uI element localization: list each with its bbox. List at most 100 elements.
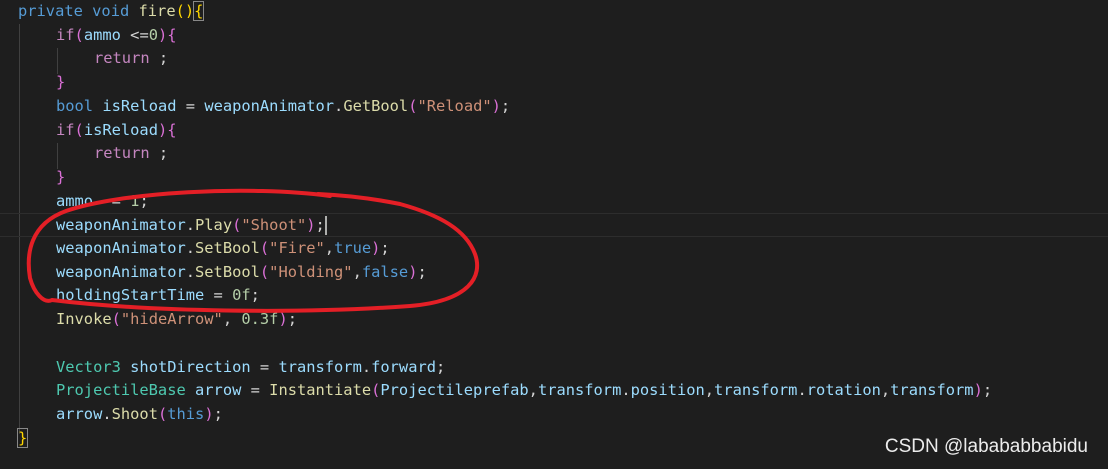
code-line[interactable]: weaponAnimator.Play("Shoot"); (0, 213, 1108, 237)
code-line[interactable]: holdingStartTime = 0f; (56, 284, 260, 308)
code-token: true (334, 239, 372, 257)
code-token: holdingStartTime (56, 286, 205, 305)
code-line[interactable]: return ; (94, 47, 168, 71)
code-token: { (167, 25, 177, 44)
code-token: ; (250, 286, 260, 305)
code-token: Instantiate (269, 381, 372, 400)
code-token: transform (890, 381, 974, 400)
code-token: } (16, 427, 29, 448)
code-token: ) (204, 404, 214, 423)
code-token: if (56, 120, 75, 139)
code-token: "hideArrow" (120, 310, 223, 329)
code-token: ( (259, 239, 270, 257)
code-line[interactable]: private void fire(){ (18, 0, 205, 24)
code-token: "Fire" (269, 239, 325, 257)
code-token: ( (157, 404, 168, 423)
code-token: rotation (806, 381, 881, 400)
code-token: weaponAnimator (56, 262, 186, 281)
code-token: , (880, 381, 891, 400)
code-token: transform (714, 381, 798, 400)
code-token: = (204, 286, 233, 305)
code-line[interactable]: if(isReload){ (56, 119, 177, 143)
code-token: ; (380, 239, 390, 257)
code-line[interactable]: weaponAnimator.SetBool("Holding",false); (56, 261, 427, 285)
code-line[interactable]: } (56, 166, 65, 190)
code-line[interactable]: weaponAnimator.SetBool("Fire",true); (56, 237, 390, 261)
code-token: Invoke (56, 310, 112, 329)
code-token: false (361, 262, 409, 281)
code-token: . (185, 216, 196, 235)
code-token: arrow (195, 381, 242, 400)
code-token: void (92, 2, 130, 20)
code-token: ProjectileBase (56, 381, 186, 400)
code-token: forward (371, 357, 436, 376)
code-token: <= (120, 25, 149, 44)
code-editor[interactable]: private void fire(){if(ammo <=0){return … (0, 0, 1108, 469)
code-token: ) (158, 25, 168, 44)
code-line[interactable]: return ; (94, 142, 168, 166)
code-token: if (56, 25, 75, 44)
code-token: . (185, 239, 196, 257)
code-token: transform (278, 357, 362, 376)
code-token: . (185, 262, 196, 281)
code-token: . (621, 381, 631, 400)
code-token: ) (157, 120, 168, 139)
code-token: 0f (232, 286, 251, 305)
code-token: -= (93, 191, 131, 210)
code-token: ; (287, 310, 298, 329)
code-token: ammo (56, 191, 94, 210)
code-token: { (167, 120, 177, 139)
code-token: } (56, 73, 66, 92)
code-token: , (324, 239, 335, 257)
code-token: 0.3f (241, 310, 279, 329)
code-token: ; (436, 357, 446, 376)
code-token: return (94, 144, 150, 163)
code-token: ) (973, 381, 983, 400)
code-line[interactable]: Vector3 shotDirection = transform.forwar… (56, 356, 445, 380)
code-line[interactable]: Invoke("hideArrow", 0.3f); (56, 308, 297, 332)
code-token: ( (259, 262, 270, 281)
code-token: weaponAnimator (56, 216, 186, 235)
code-token: . (361, 357, 372, 376)
code-token: weaponAnimator (204, 96, 335, 115)
code-token: ; (500, 96, 511, 115)
code-token: , (222, 310, 242, 329)
code-line[interactable]: ProjectileBase arrow = Instantiate(Proje… (56, 379, 992, 403)
code-line[interactable]: bool isReload = weaponAnimator.GetBool("… (56, 95, 510, 119)
code-token: ) (184, 2, 195, 20)
code-token: . (797, 381, 807, 400)
code-token: ; (213, 404, 223, 423)
code-token: ) (306, 216, 316, 235)
code-token: ; (149, 49, 169, 68)
code-token: private (18, 2, 83, 20)
code-line[interactable]: arrow.Shoot(this); (56, 403, 223, 427)
code-line[interactable]: } (56, 71, 65, 95)
code-token: , (528, 381, 538, 400)
code-line[interactable]: if(ammo <=0){ (56, 24, 177, 48)
code-token: ammo (83, 25, 121, 44)
code-token: } (56, 167, 66, 186)
code-token: SetBool (195, 262, 260, 281)
code-line[interactable]: ammo -= 1; (56, 190, 149, 214)
code-token: 0 (148, 25, 158, 44)
code-token: ( (371, 381, 381, 400)
code-token: arrow (56, 404, 103, 423)
code-line[interactable]: } (16, 427, 29, 451)
indent-guide (57, 48, 58, 74)
code-token: , (352, 262, 362, 281)
code-token: ( (111, 310, 121, 329)
code-token: , (704, 381, 715, 400)
code-token: "Holding" (269, 262, 353, 281)
code-token: ( (74, 25, 84, 44)
code-token: Vector3 (56, 357, 121, 376)
code-token: Projectileprefab (380, 381, 529, 400)
code-token: = (176, 96, 205, 115)
code-token: . (102, 404, 112, 423)
code-token: weaponAnimator (56, 239, 186, 257)
code-token: ; (315, 216, 325, 235)
csdn-watermark: CSDN @labababbabidu (884, 436, 1088, 457)
